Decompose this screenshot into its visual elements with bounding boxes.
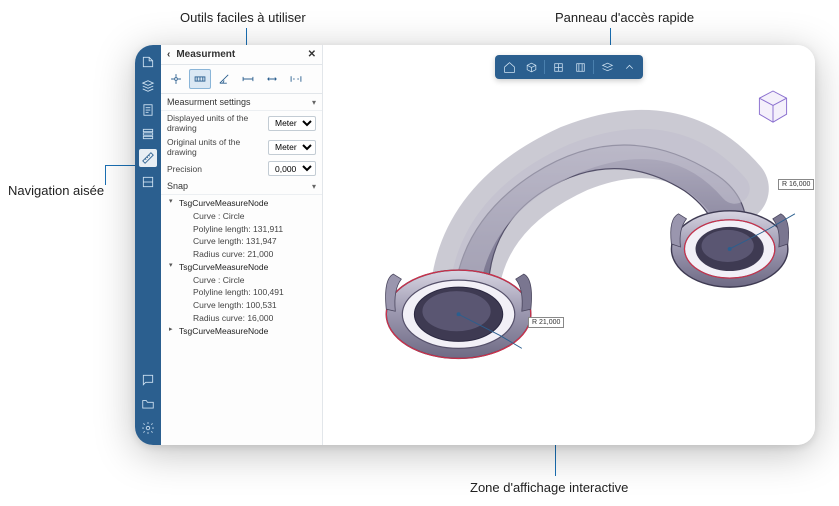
qab-layers-icon[interactable] <box>597 58 617 76</box>
tree-leaf: Curve length: 131,947 <box>189 235 322 248</box>
tree-node-title: TsgCurveMeasureNode <box>179 262 268 272</box>
tool-measure-point[interactable] <box>165 69 187 89</box>
tool-measure-angle[interactable] <box>213 69 235 89</box>
separator <box>593 60 594 74</box>
tool-measure-distance[interactable] <box>237 69 259 89</box>
snap-header-label: Snap <box>167 181 188 191</box>
qab-view-iso-icon[interactable] <box>548 58 568 76</box>
settings-header[interactable]: Measurment settings ▾ <box>161 94 322 111</box>
annotation-viewzone-label: Zone d'affichage interactive <box>470 480 628 495</box>
chevron-down-icon: ▾ <box>312 98 316 107</box>
tree-leaf: Curve : Circle <box>189 274 322 287</box>
close-icon[interactable]: ✕ <box>308 49 316 60</box>
settings-row-precision: Precision 0,000 <box>161 159 322 178</box>
annotation-quickpanel-label: Panneau d'accès rapide <box>555 10 694 25</box>
settings-label: Displayed units of the drawing <box>167 113 264 133</box>
settings-label: Precision <box>167 164 264 174</box>
tool-measure-gap[interactable] <box>285 69 307 89</box>
tree-node[interactable]: TsgCurveMeasureNode <box>169 325 322 338</box>
nav-layers-icon[interactable] <box>139 77 157 95</box>
nav-folder-icon[interactable] <box>139 395 157 413</box>
snap-header[interactable]: Snap ▾ <box>161 178 322 195</box>
measure-tree: TsgCurveMeasureNode Curve : Circle Polyl… <box>161 195 322 343</box>
tool-measure-edge[interactable] <box>189 69 211 89</box>
annotation-tools-label: Outils faciles à utiliser <box>180 10 306 25</box>
qab-box-icon[interactable] <box>521 58 541 76</box>
nav-import-icon[interactable] <box>139 53 157 71</box>
precision-select[interactable]: 0,000 <box>268 161 316 176</box>
tree-node-title: TsgCurveMeasureNode <box>179 198 268 208</box>
tree-node-title: TsgCurveMeasureNode <box>179 326 268 336</box>
tree-leaf: Polyline length: 100,491 <box>189 286 322 299</box>
settings-row-displayed-units: Displayed units of the drawing Meters <box>161 111 322 135</box>
nav-strip <box>135 45 161 445</box>
nav-chat-icon[interactable] <box>139 371 157 389</box>
original-units-select[interactable]: Meters <box>268 140 316 155</box>
nav-measure-icon[interactable] <box>139 149 157 167</box>
tree-leaf: Radius curve: 21,000 <box>189 248 322 261</box>
tree-leaf: Curve length: 100,531 <box>189 299 322 312</box>
tool-measure-length[interactable] <box>261 69 283 89</box>
tree-node[interactable]: TsgCurveMeasureNode Curve : Circle Polyl… <box>169 261 322 325</box>
measure-tag-left: R 21,000 <box>528 317 564 328</box>
measure-tag-right: R 16,000 <box>778 179 814 190</box>
nav-clip-icon[interactable] <box>139 173 157 191</box>
separator <box>544 60 545 74</box>
viewport-3d[interactable]: R 21,000 R 16,000 <box>323 45 815 445</box>
settings-header-label: Measurment settings <box>167 97 251 107</box>
tree-leaf: Curve : Circle <box>189 210 322 223</box>
model-elbow-pipe <box>323 75 815 443</box>
panel-toolbar <box>161 65 322 94</box>
annotation-nav-line-v <box>105 165 106 185</box>
nav-document-icon[interactable] <box>139 101 157 119</box>
displayed-units-select[interactable]: Meters <box>268 116 316 131</box>
app-window: ‹ Measurment ✕ Measurment settings ▾ Dis… <box>135 45 815 445</box>
qab-expand-icon[interactable] <box>619 58 639 76</box>
settings-row-original-units: Original units of the drawing Meters <box>161 135 322 159</box>
annotation-nav-label: Navigation aisée <box>8 183 104 198</box>
chevron-down-icon: ▾ <box>312 182 316 191</box>
panel-header: ‹ Measurment ✕ <box>161 45 322 65</box>
nav-settings-icon[interactable] <box>139 419 157 437</box>
tree-node[interactable]: TsgCurveMeasureNode Curve : Circle Polyl… <box>169 197 322 261</box>
side-panel: ‹ Measurment ✕ Measurment settings ▾ Dis… <box>161 45 323 445</box>
panel-title: Measurment <box>176 49 235 60</box>
qab-home-icon[interactable] <box>499 58 519 76</box>
settings-label: Original units of the drawing <box>167 137 264 157</box>
back-icon[interactable]: ‹ <box>167 49 170 60</box>
tree-leaf: Polyline length: 131,911 <box>189 223 322 236</box>
qab-view-front-icon[interactable] <box>570 58 590 76</box>
nav-stack-icon[interactable] <box>139 125 157 143</box>
tree-leaf: Radius curve: 16,000 <box>189 312 322 325</box>
